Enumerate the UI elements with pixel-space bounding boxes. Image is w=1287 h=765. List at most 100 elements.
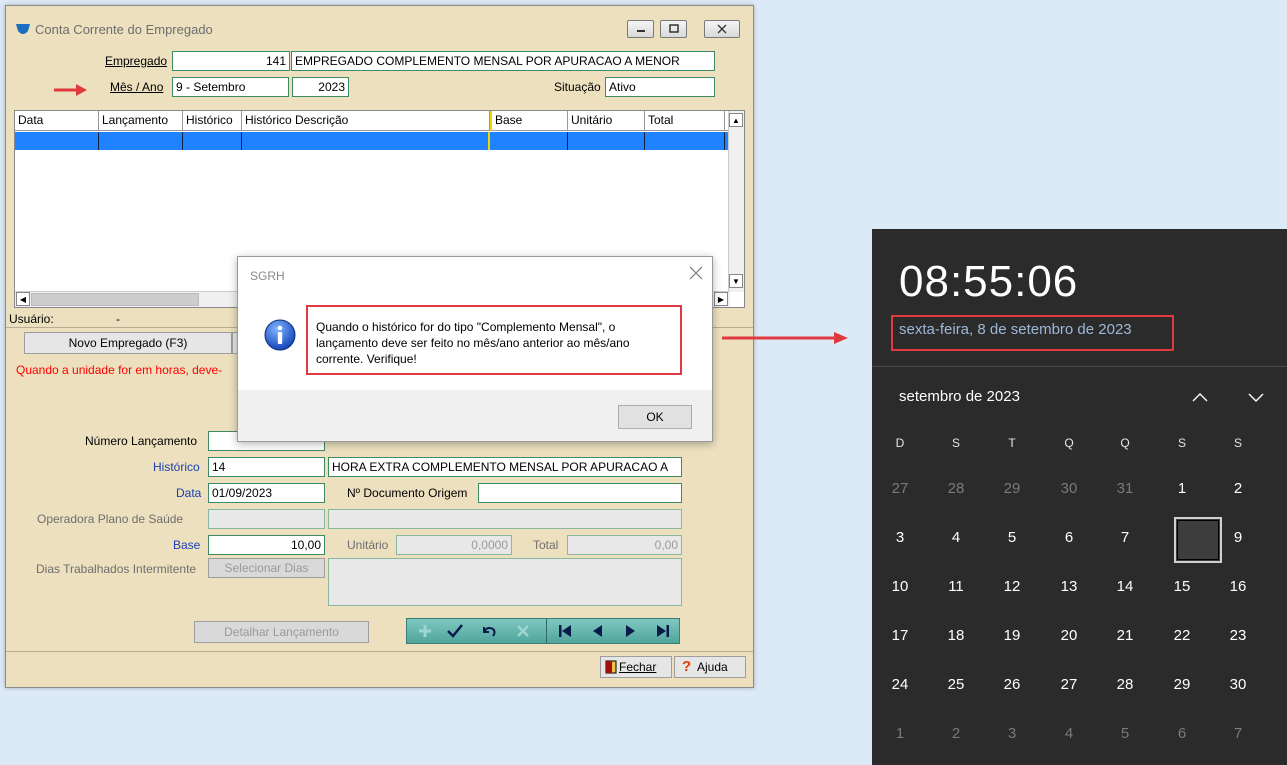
calendar-day[interactable]: 3 — [984, 714, 1040, 754]
calendar-day[interactable]: 12 — [984, 567, 1040, 607]
calendar-day[interactable]: 29 — [1154, 665, 1210, 705]
calendar-day[interactable]: 10 — [872, 567, 928, 607]
selecionar-dias-button[interactable]: Selecionar Dias — [208, 558, 325, 578]
dialog-message: Quando o histórico for do tipo "Compleme… — [306, 305, 682, 375]
calendar-day[interactable]: 23 — [1210, 616, 1266, 656]
maximize-icon — [669, 24, 679, 33]
calendar-day[interactable]: 29 — [984, 469, 1040, 509]
previous-record-button[interactable] — [585, 621, 609, 641]
dialog-title: SGRH — [250, 269, 285, 283]
calendar-day[interactable]: 15 — [1154, 567, 1210, 607]
detalhar-lancamento-button[interactable]: Detalhar Lançamento — [194, 621, 369, 643]
historico-code-field[interactable]: 14 — [208, 457, 325, 477]
calendar-day[interactable]: 18 — [928, 616, 984, 656]
calendar-day[interactable]: 30 — [1041, 469, 1097, 509]
column-unitario[interactable]: Unitário — [568, 111, 645, 131]
door-icon — [605, 660, 617, 674]
calendar-day[interactable]: 26 — [984, 665, 1040, 705]
novo-empregado-button[interactable]: Novo Empregado (F3) — [24, 332, 232, 354]
delete-button[interactable] — [511, 621, 535, 641]
calendar-day[interactable]: 7 — [1210, 714, 1266, 754]
ok-button[interactable]: OK — [618, 405, 692, 429]
confirm-button[interactable] — [443, 621, 467, 641]
calendar-day[interactable]: 14 — [1097, 567, 1153, 607]
empregado-code-field[interactable]: 141 — [172, 51, 290, 71]
horizontal-scroll-thumb[interactable] — [31, 293, 199, 306]
calendar-divider — [872, 366, 1287, 367]
calendar-day[interactable]: 5 — [984, 518, 1040, 558]
calendar-day[interactable]: 31 — [1097, 469, 1153, 509]
dias-field — [328, 558, 682, 606]
column-base[interactable]: Base — [490, 111, 568, 131]
situacao-field[interactable]: Ativo — [605, 77, 715, 97]
scroll-left-icon[interactable]: ◀ — [16, 292, 30, 306]
calendar-day[interactable]: 4 — [1041, 714, 1097, 754]
column-historico[interactable]: Histórico — [183, 111, 242, 131]
navigation-toolbar — [406, 618, 680, 644]
add-button[interactable] — [413, 621, 437, 641]
vertical-scrollbar[interactable]: ▲ ▼ — [728, 111, 744, 292]
calendar-day[interactable]: 28 — [1097, 665, 1153, 705]
chevron-down-icon[interactable] — [1246, 389, 1266, 405]
dialog-close-icon[interactable] — [688, 265, 704, 281]
minimize-button[interactable] — [627, 20, 654, 38]
calendar-month[interactable]: setembro de 2023 — [899, 388, 1020, 405]
last-record-button[interactable] — [651, 621, 675, 641]
calendar-day[interactable]: 22 — [1154, 616, 1210, 656]
unitario-field: 0,0000 — [396, 535, 512, 555]
calendar-day[interactable]: 20 — [1041, 616, 1097, 656]
next-record-button[interactable] — [619, 621, 643, 641]
calendar-day[interactable]: 6 — [1041, 518, 1097, 558]
calendar-day[interactable]: 17 — [872, 616, 928, 656]
historico-label: Histórico — [153, 460, 200, 474]
calendar-day[interactable]: 16 — [1210, 567, 1266, 607]
scroll-up-icon[interactable]: ▲ — [729, 113, 743, 127]
undo-icon — [483, 627, 496, 637]
empregado-name-field[interactable]: EMPREGADO COMPLEMENTO MENSAL POR APURACA… — [291, 51, 715, 71]
calendar-day[interactable]: 11 — [928, 567, 984, 607]
calendar-day[interactable]: 27 — [872, 469, 928, 509]
ano-field[interactable]: 2023 — [292, 77, 349, 97]
current-date[interactable]: sexta-feira, 8 de setembro de 2023 — [899, 321, 1132, 338]
historico-desc-field[interactable]: HORA EXTRA COMPLEMENTO MENSAL POR APURAC… — [328, 457, 682, 477]
situacao-label: Situação — [554, 80, 601, 94]
calendar-day[interactable]: 7 — [1097, 518, 1153, 558]
undo-button[interactable] — [477, 621, 501, 641]
table-row-selected[interactable] — [15, 132, 730, 150]
help-icon: ? — [682, 658, 692, 675]
mes-field[interactable]: 9 - Setembro — [172, 77, 289, 97]
calendar-day[interactable]: 1 — [1154, 469, 1210, 509]
calendar-day[interactable]: 24 — [872, 665, 928, 705]
calendar-day[interactable]: 13 — [1041, 567, 1097, 607]
fechar-button[interactable]: Fechar — [600, 656, 672, 678]
first-record-button[interactable] — [553, 621, 577, 641]
calendar-day[interactable]: 3 — [872, 518, 928, 558]
calendar-day[interactable]: 28 — [928, 469, 984, 509]
column-lancamento[interactable]: Lançamento — [99, 111, 183, 131]
column-historico-descricao[interactable]: Histórico Descrição — [242, 111, 490, 131]
calendar-day[interactable]: 27 — [1041, 665, 1097, 705]
calendar-day[interactable]: 19 — [984, 616, 1040, 656]
calendar-day[interactable]: 5 — [1097, 714, 1153, 754]
column-total[interactable]: Total — [645, 111, 725, 131]
calendar-day[interactable]: 25 — [928, 665, 984, 705]
scroll-right-icon[interactable]: ▶ — [714, 292, 728, 306]
documento-origem-field[interactable] — [478, 483, 682, 503]
column-data[interactable]: Data — [15, 111, 99, 131]
unitario-label: Unitário — [347, 538, 389, 552]
calendar-day[interactable]: 30 — [1210, 665, 1266, 705]
scroll-down-icon[interactable]: ▼ — [729, 274, 743, 288]
calendar-day[interactable]: 2 — [928, 714, 984, 754]
chevron-up-icon[interactable] — [1190, 389, 1210, 405]
close-button[interactable] — [704, 20, 740, 38]
calendar-day[interactable]: 21 — [1097, 616, 1153, 656]
calendar-day[interactable]: 6 — [1154, 714, 1210, 754]
base-field[interactable]: 10,00 — [208, 535, 325, 555]
ajuda-button[interactable]: ? Ajuda — [674, 656, 746, 678]
toolbar-separator — [546, 619, 547, 643]
data-field[interactable]: 01/09/2023 — [208, 483, 325, 503]
calendar-day[interactable]: 2 — [1210, 469, 1266, 509]
calendar-day[interactable]: 1 — [872, 714, 928, 754]
calendar-day[interactable]: 4 — [928, 518, 984, 558]
maximize-button[interactable] — [660, 20, 687, 38]
